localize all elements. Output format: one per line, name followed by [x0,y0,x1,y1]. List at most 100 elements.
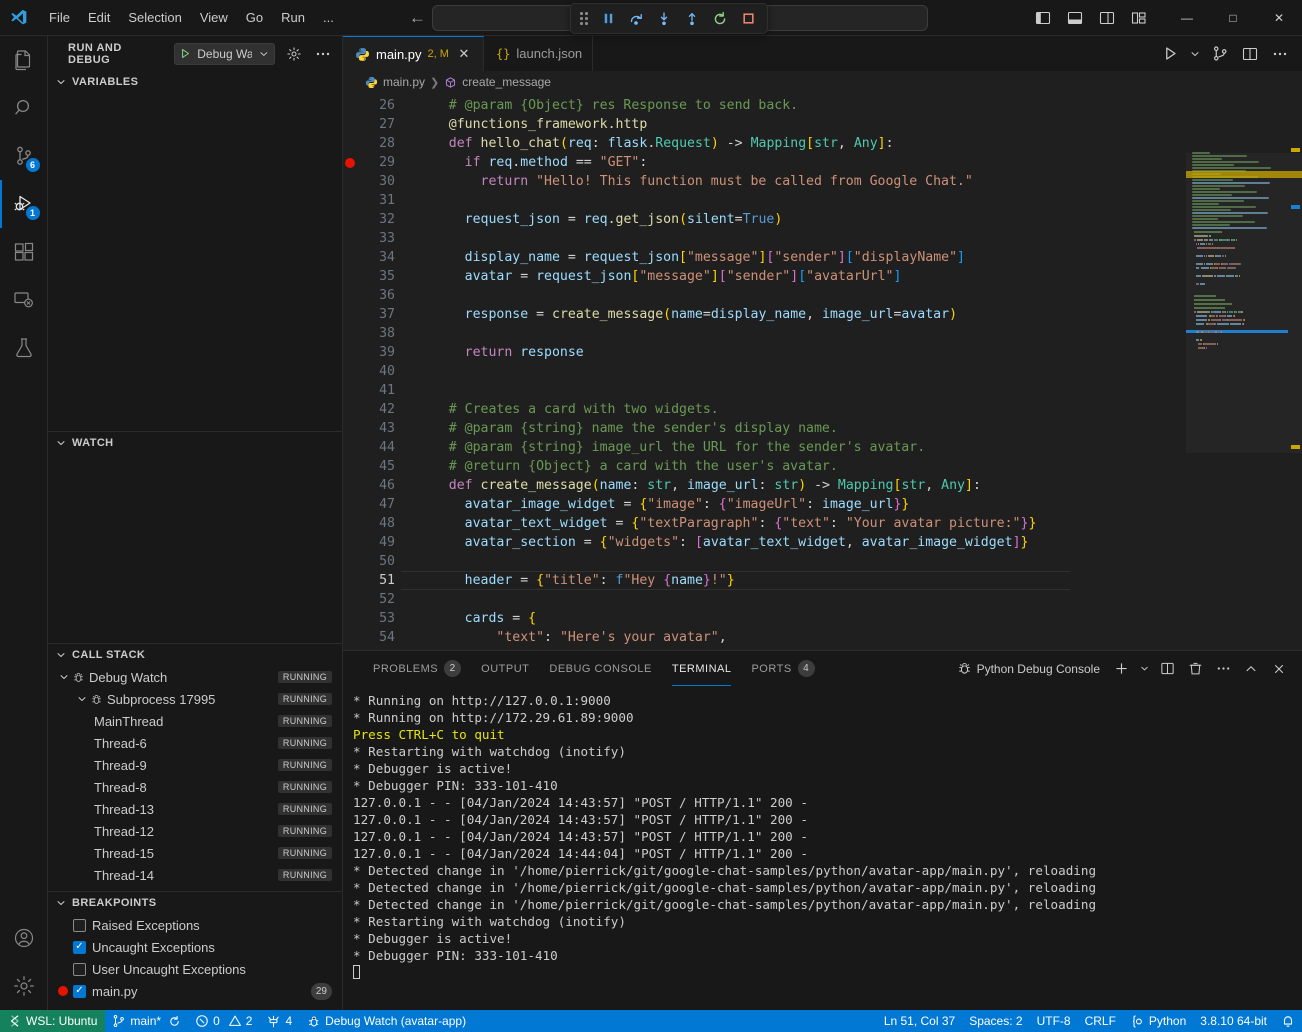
call-stack-row[interactable]: Subprocess 17995RUNNING [48,688,342,710]
tab-main-py[interactable]: main.py 2, M ✕ [343,36,484,71]
activity-extensions[interactable] [0,228,48,276]
call-stack-row[interactable]: Thread-8RUNNING [48,776,342,798]
activity-explorer[interactable] [0,36,48,84]
call-stack-row[interactable]: Thread-13RUNNING [48,798,342,820]
kill-terminal-icon[interactable] [1182,656,1208,682]
code-line[interactable]: 47 avatar_image_widget = {"image": {"ima… [343,495,1186,514]
code-line[interactable]: 33 [343,229,1186,248]
maximize-panel-icon[interactable] [1238,656,1264,682]
breakpoint-checkbox[interactable] [73,985,86,998]
toggle-primary-sidebar-icon[interactable] [1028,3,1058,33]
drag-handle-icon[interactable] [577,9,591,29]
tab-debug-console[interactable]: DEBUG CONSOLE [539,651,661,686]
code-line[interactable]: 52 [343,590,1186,609]
activity-settings[interactable] [0,962,48,1010]
code-line[interactable]: 53 cards = { [343,609,1186,628]
split-terminal-icon[interactable] [1154,656,1180,682]
step-out-button[interactable] [679,7,705,31]
tab-terminal[interactable]: TERMINAL [662,651,742,686]
breadcrumb-symbol[interactable]: create_message [462,75,551,89]
back-arrow-icon[interactable]: ← [409,8,426,28]
status-notifications[interactable] [1274,1010,1302,1032]
status-ports[interactable]: 4 [259,1010,299,1032]
breakpoint-checkbox[interactable] [73,941,86,954]
variables-section-header[interactable]: VARIABLES [48,71,342,93]
active-terminal-name[interactable]: Python Debug Console [957,661,1100,676]
status-indentation[interactable]: Spaces: 2 [962,1010,1029,1032]
call-stack-section-header[interactable]: CALL STACK [48,644,342,666]
status-eol[interactable]: CRLF [1078,1010,1123,1032]
code-line[interactable]: 41 [343,381,1186,400]
menu-run[interactable]: Run [272,6,314,29]
toggle-secondary-sidebar-icon[interactable] [1092,3,1122,33]
call-stack-row[interactable]: Thread-14RUNNING [48,864,342,886]
code-line[interactable]: 46 def create_message(name: str, image_u… [343,476,1186,495]
source-code[interactable]: 26 # @param {Object} res Response to sen… [343,93,1186,650]
close-tab-icon[interactable]: ✕ [455,45,473,63]
status-language-mode[interactable]: Python [1123,1010,1193,1032]
status-interpreter[interactable]: 3.8.10 64-bit [1193,1010,1274,1032]
code-line[interactable]: 51 header = {"title": f"Hey {name}!"} [343,571,1186,590]
activity-testing[interactable] [0,324,48,372]
code-line[interactable]: 48 avatar_text_widget = {"textParagraph"… [343,514,1186,533]
status-remote-indicator[interactable]: WSL: Ubuntu [0,1010,105,1032]
status-problems[interactable]: 0 2 [188,1010,259,1032]
code-line[interactable]: 30 return "Hello! This function must be … [343,172,1186,191]
tab-problems[interactable]: PROBLEMS 2 [363,651,471,686]
menu-file[interactable]: File [40,6,79,29]
customize-layout-icon[interactable] [1124,3,1154,33]
status-encoding[interactable]: UTF-8 [1030,1010,1078,1032]
run-options-chevron-icon[interactable] [1186,40,1204,68]
call-stack-row[interactable]: MainThreadRUNNING [48,710,342,732]
minimap-slider[interactable] [1186,153,1302,453]
code-line[interactable]: 43 # @param {string} name the sender's d… [343,419,1186,438]
terminal-output[interactable]: * Running on http://127.0.0.1:9000 * Run… [343,686,1302,1010]
code-editor[interactable]: 26 # @param {Object} res Response to sen… [343,93,1302,650]
menu-go[interactable]: Go [237,6,272,29]
pause-button[interactable] [595,7,621,31]
activity-run-and-debug[interactable]: 1 [0,180,48,228]
code-viewport[interactable]: 26 # @param {Object} res Response to sen… [343,93,1186,650]
split-editor-icon[interactable] [1236,40,1264,68]
activity-search[interactable] [0,84,48,132]
stop-button[interactable] [735,7,761,31]
close-panel-icon[interactable] [1266,656,1292,682]
breakpoints-section-header[interactable]: BREAKPOINTS [48,892,342,914]
code-line[interactable]: 35 avatar = request_json["message"]["sen… [343,267,1186,286]
code-line[interactable]: 55 "cardsV2": [ [343,647,1186,650]
code-line[interactable]: 37 response = create_message(name=displa… [343,305,1186,324]
watch-section-header[interactable]: WATCH [48,432,342,454]
launch-configuration-select[interactable]: Debug Wa [174,43,275,65]
panel-more-actions-icon[interactable] [1210,656,1236,682]
step-into-button[interactable] [651,7,677,31]
call-stack-row[interactable]: Thread-15RUNNING [48,842,342,864]
source-control-graph-icon[interactable] [1206,40,1234,68]
tab-launch-json[interactable]: {} launch.json [484,36,593,71]
new-terminal-icon[interactable] [1108,656,1134,682]
code-line[interactable]: 45 # @return {Object} a card with the us… [343,457,1186,476]
menu-edit[interactable]: Edit [79,6,119,29]
call-stack-row[interactable]: Thread-12RUNNING [48,820,342,842]
code-line[interactable]: 36 [343,286,1186,305]
code-line[interactable]: 26 # @param {Object} res Response to sen… [343,96,1186,115]
code-line[interactable]: 39 return response [343,343,1186,362]
code-line[interactable]: 54 "text": "Here's your avatar", [343,628,1186,647]
code-line[interactable]: 49 avatar_section = {"widgets": [avatar_… [343,533,1186,552]
status-cursor-position[interactable]: Ln 51, Col 37 [877,1010,962,1032]
breakpoint-checkbox[interactable] [73,963,86,976]
code-line[interactable]: 29 if req.method == "GET": [343,153,1186,172]
breakpoint-row[interactable]: User Uncaught Exceptions [48,958,342,980]
editor-more-actions-icon[interactable] [1266,40,1294,68]
call-stack-row[interactable]: Thread-6RUNNING [48,732,342,754]
code-line[interactable]: 50 [343,552,1186,571]
menu-selection[interactable]: Selection [119,6,190,29]
toggle-panel-icon[interactable] [1060,3,1090,33]
minimize-button[interactable]: — [1164,0,1210,36]
tab-output[interactable]: OUTPUT [471,651,539,686]
activity-source-control[interactable]: 6 [0,132,48,180]
code-line[interactable]: 38 [343,324,1186,343]
tab-ports[interactable]: PORTS 4 [741,651,824,686]
restart-button[interactable] [707,7,733,31]
status-branch[interactable]: main* [105,1010,188,1032]
code-line[interactable]: 34 display_name = request_json["message"… [343,248,1186,267]
